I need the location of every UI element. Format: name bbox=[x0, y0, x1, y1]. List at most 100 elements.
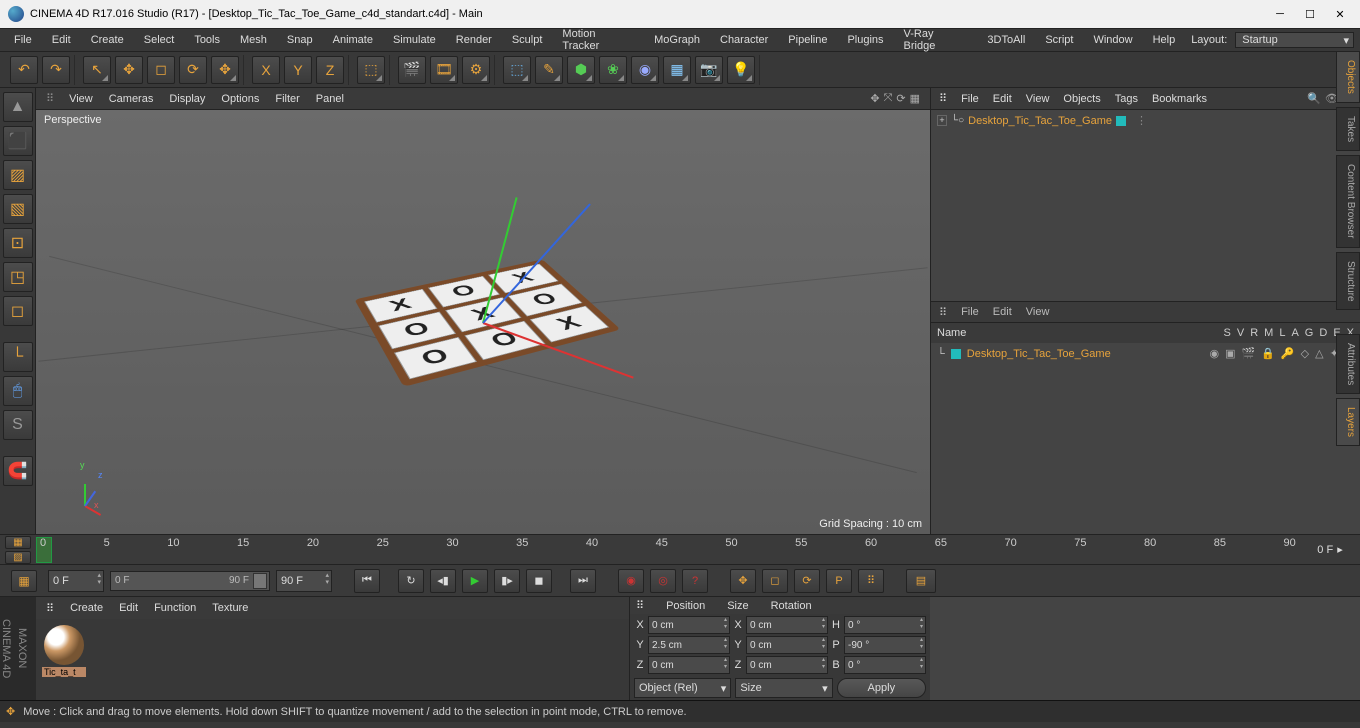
primitive-button[interactable]: ⬚ bbox=[503, 56, 531, 84]
key-scale-button[interactable]: ◻ bbox=[762, 569, 788, 593]
minimize-button[interactable]: ─ bbox=[1274, 8, 1286, 21]
vp-menu-display[interactable]: Display bbox=[169, 93, 205, 105]
menu-help[interactable]: Help bbox=[1145, 32, 1184, 48]
mat-menu-texture[interactable]: Texture bbox=[212, 602, 248, 614]
vp-menu-panel[interactable]: Panel bbox=[316, 93, 344, 105]
next-key-button[interactable]: ▮▸ bbox=[494, 569, 520, 593]
layer-solo-icon[interactable]: ◉ bbox=[1210, 347, 1220, 360]
search-icon[interactable]: 🔍 bbox=[1307, 92, 1321, 105]
menu-script[interactable]: Script bbox=[1037, 32, 1081, 48]
layer-render-icon[interactable]: 🎬 bbox=[1242, 347, 1256, 360]
layer-lock-icon[interactable]: 🔒 bbox=[1261, 347, 1275, 360]
vp-menu-cameras[interactable]: Cameras bbox=[109, 93, 154, 105]
layout-selector[interactable]: Startup bbox=[1235, 32, 1354, 48]
col-l[interactable]: L bbox=[1279, 327, 1285, 339]
menu-tools[interactable]: Tools bbox=[186, 32, 228, 48]
layer-name[interactable]: Desktop_Tic_Tac_Toe_Game bbox=[967, 348, 1111, 360]
last-tool[interactable]: ✥ bbox=[211, 56, 239, 84]
autokey-button[interactable]: ▦ bbox=[5, 536, 31, 549]
undo-button[interactable]: ↶ bbox=[10, 56, 38, 84]
layer-gen-icon[interactable]: ◇ bbox=[1301, 347, 1309, 360]
select-tool[interactable]: ↖ bbox=[83, 56, 111, 84]
tab-content-browser[interactable]: Content Browser bbox=[1336, 155, 1360, 247]
key-param-button[interactable]: P bbox=[826, 569, 852, 593]
environment-button[interactable]: ▦ bbox=[663, 56, 691, 84]
record-key-button[interactable]: ◉ bbox=[618, 569, 644, 593]
key-rot-button[interactable]: ⟳ bbox=[794, 569, 820, 593]
goto-end-button[interactable]: ⏭ bbox=[570, 569, 596, 593]
pos-x-field[interactable]: 0 cm bbox=[648, 616, 730, 634]
texture-mode-button[interactable]: ▨ bbox=[3, 160, 33, 190]
model-mode-button[interactable]: ⬛ bbox=[3, 126, 33, 156]
apply-button[interactable]: Apply bbox=[837, 678, 926, 698]
magnet-button[interactable]: 🧲 bbox=[3, 456, 33, 486]
polygon-mode-button[interactable]: ◻ bbox=[3, 296, 33, 326]
mat-menu-function[interactable]: Function bbox=[154, 602, 196, 614]
menu-render[interactable]: Render bbox=[448, 32, 500, 48]
pos-y-field[interactable]: 2.5 cm bbox=[648, 636, 730, 654]
move-tool[interactable]: ✥ bbox=[115, 56, 143, 84]
visibility-dots-icon[interactable]: ⋮ bbox=[1136, 114, 1149, 127]
deformer-button[interactable]: ◉ bbox=[631, 56, 659, 84]
mat-menu-edit[interactable]: Edit bbox=[119, 602, 138, 614]
prev-key-button[interactable]: ◂▮ bbox=[430, 569, 456, 593]
mat-menu-create[interactable]: Create bbox=[70, 602, 103, 614]
play-button[interactable]: ▶ bbox=[462, 569, 488, 593]
camera-button[interactable]: 📷 bbox=[695, 56, 723, 84]
layer-menu-file[interactable]: File bbox=[961, 306, 979, 318]
obj-menu-edit[interactable]: Edit bbox=[993, 93, 1012, 105]
menu-mesh[interactable]: Mesh bbox=[232, 32, 275, 48]
render-view-button[interactable]: 🎬 bbox=[398, 56, 426, 84]
vp-nav-layout-icon[interactable]: ▦ bbox=[910, 92, 920, 105]
tab-takes[interactable]: Takes bbox=[1336, 107, 1360, 151]
goto-start-button[interactable]: ⏮ bbox=[354, 569, 380, 593]
menu-mograph[interactable]: MoGraph bbox=[646, 32, 708, 48]
workplane-button[interactable]: ▧ bbox=[3, 194, 33, 224]
tab-attributes[interactable]: Attributes bbox=[1336, 334, 1360, 394]
pos-z-field[interactable]: 0 cm bbox=[648, 656, 730, 674]
point-mode-button[interactable]: ⊡ bbox=[3, 228, 33, 258]
material-name[interactable]: Tic_ta_t bbox=[42, 667, 86, 677]
menu-motion-tracker[interactable]: Motion Tracker bbox=[554, 26, 642, 54]
tab-structure[interactable]: Structure bbox=[1336, 252, 1360, 311]
loop-button[interactable]: ↻ bbox=[398, 569, 424, 593]
size-z-field[interactable]: 0 cm bbox=[746, 656, 828, 674]
attribute-area[interactable] bbox=[930, 597, 1360, 700]
z-axis-toggle[interactable]: Z bbox=[316, 56, 344, 84]
obj-menu-objects[interactable]: Objects bbox=[1063, 93, 1100, 105]
viewport-solo-button[interactable]: 🖱 bbox=[3, 376, 33, 406]
menu-select[interactable]: Select bbox=[136, 32, 183, 48]
render-settings-button[interactable]: ⚙ bbox=[462, 56, 490, 84]
menu-plugins[interactable]: Plugins bbox=[839, 32, 891, 48]
col-g[interactable]: G bbox=[1305, 327, 1314, 339]
autokey-toggle[interactable]: ◎ bbox=[650, 569, 676, 593]
edge-mode-button[interactable]: ◳ bbox=[3, 262, 33, 292]
col-r[interactable]: R bbox=[1250, 327, 1258, 339]
make-editable-button[interactable]: ▲ bbox=[3, 92, 33, 122]
coord-mode-select[interactable]: Object (Rel) bbox=[634, 678, 731, 698]
redo-button[interactable]: ↷ bbox=[42, 56, 70, 84]
size-mode-select[interactable]: Size bbox=[735, 678, 832, 698]
menu-create[interactable]: Create bbox=[83, 32, 132, 48]
tab-layers[interactable]: Layers bbox=[1336, 398, 1360, 446]
object-name[interactable]: Desktop_Tic_Tac_Toe_Game bbox=[968, 115, 1112, 127]
menu-simulate[interactable]: Simulate bbox=[385, 32, 444, 48]
grip-icon[interactable]: ⠿ bbox=[636, 599, 644, 612]
layer-view-icon[interactable]: ▣ bbox=[1225, 347, 1235, 360]
light-button[interactable]: 💡 bbox=[727, 56, 755, 84]
rotate-tool[interactable]: ⟳ bbox=[179, 56, 207, 84]
range-start-field[interactable]: 0 F▴▾ bbox=[48, 570, 104, 592]
layer-row[interactable]: └ Desktop_Tic_Tac_Toe_Game ◉ ▣ 🎬 🔒 🔑 ◇ △… bbox=[937, 347, 1354, 360]
layer-menu-edit[interactable]: Edit bbox=[993, 306, 1012, 318]
timeline-ruler[interactable]: 0 5 10 15 20 25 30 35 40 45 50 55 60 65 … bbox=[36, 537, 1300, 563]
key-pos-button[interactable]: ✥ bbox=[730, 569, 756, 593]
generator-button[interactable]: ⬢ bbox=[567, 56, 595, 84]
menu-edit[interactable]: Edit bbox=[44, 32, 79, 48]
expand-toggle-icon[interactable]: + bbox=[937, 115, 947, 126]
key-pla-button[interactable]: ⠿ bbox=[858, 569, 884, 593]
key-selection-button[interactable]: ? bbox=[682, 569, 708, 593]
menu-pipeline[interactable]: Pipeline bbox=[780, 32, 835, 48]
menu-3dtoall[interactable]: 3DToAll bbox=[979, 32, 1033, 48]
obj-menu-file[interactable]: File bbox=[961, 93, 979, 105]
stop-button[interactable]: ◼ bbox=[526, 569, 552, 593]
